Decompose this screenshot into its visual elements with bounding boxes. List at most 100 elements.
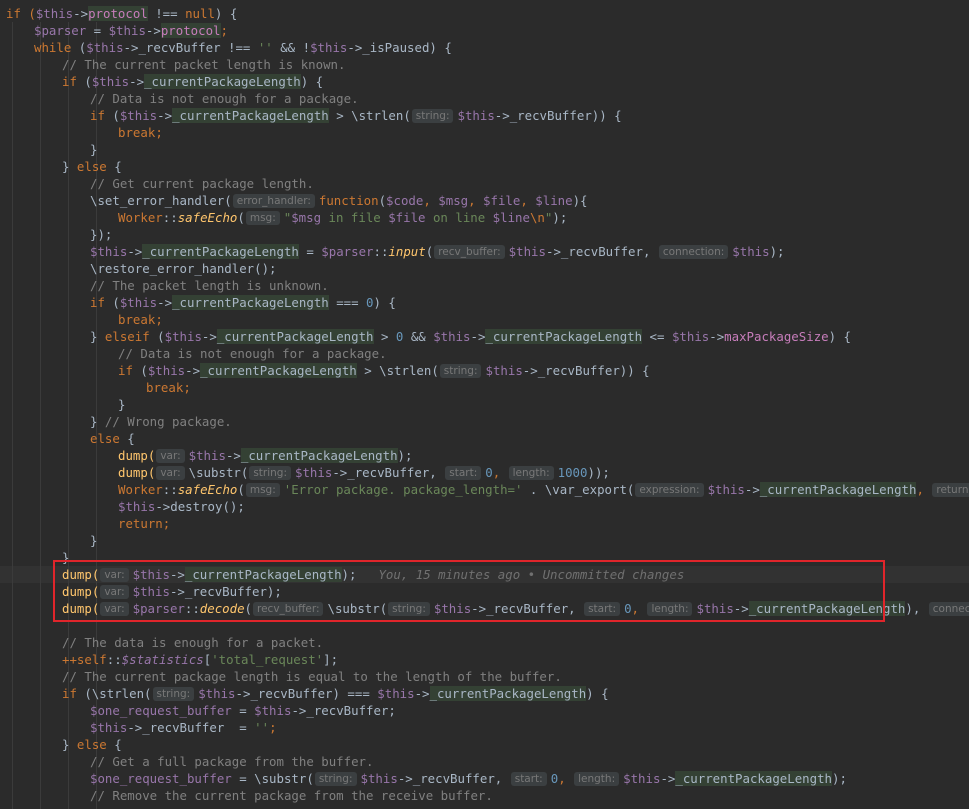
indent-guide [40,22,41,809]
code-line[interactable]: // Data is not enough for a package. [90,90,359,107]
parameter-hint: var: [156,449,185,463]
code-line[interactable]: ++self::$statistics['total_request']; [62,651,338,668]
code-token: _currentPackageLength [172,295,329,310]
code-line[interactable]: // The current package length is equal t… [62,668,562,685]
code-token: protocol [160,23,221,38]
code-token: ; [220,23,228,38]
code-line[interactable]: // The data is enough for a packet. [62,634,323,651]
code-line[interactable]: Worker::safeEcho(msg: "$msg in file $file… [118,209,567,226]
parameter-hint: var: [156,466,185,480]
code-token: _currentPackageLength [144,74,301,89]
code-token: $msg [438,193,469,208]
code-line[interactable]: $this->_currentPackageLength = $parser::… [90,243,785,260]
code-token: } [62,159,77,174]
code-token: _currentPackageLength [485,329,643,344]
code-line[interactable]: $this->_recvBuffer = ''; [90,719,277,736]
code-token: // The packet length is unknown. [90,278,329,293]
code-token: $one_request_buffer [90,703,232,718]
code-token: Worker [118,210,163,225]
code-token: :: [373,244,389,259]
code-line[interactable]: // Get a full package from the buffer. [90,753,373,770]
code-token: { [106,159,122,174]
code-line[interactable]: $one_request_buffer = $this->_recvBuffer… [90,702,396,719]
code-token: elseif [104,329,150,344]
code-token: > \strlen( [356,363,439,378]
code-line[interactable]: } [90,141,97,158]
code-line[interactable]: }); [90,226,112,243]
code-line[interactable]: if (\strlen(string: $this->_recvBuffer) =… [62,685,609,702]
code-token: -> [201,329,217,344]
code-line[interactable]: dump(var: $this->_currentPackageLength); [118,447,412,464]
code-line[interactable]: $one_request_buffer = \substr(string: $th… [90,770,847,787]
code-token: safeEcho [177,210,238,225]
code-token: } [62,737,77,752]
code-token: if [90,295,105,310]
code-token: ( [76,74,92,89]
code-line[interactable]: } elseif ($this->_currentPackageLength >… [90,328,851,345]
code-token: { [106,737,122,752]
code-line[interactable]: $parser = $this->protocol; [34,22,228,39]
code-token: ); [552,210,568,225]
code-line[interactable]: break; [146,379,191,396]
code-token: -> [157,108,173,123]
code-line[interactable]: break; [118,124,163,141]
code-line[interactable]: return; [118,515,170,532]
code-token: -> [470,329,486,344]
code-token: ->destroy(); [155,499,245,514]
code-token: , [558,771,574,786]
annotation-highlight-box [53,560,885,622]
code-line[interactable]: else { [90,430,135,447]
code-token: ( [71,40,87,55]
code-line[interactable]: // Get current package length. [90,175,314,192]
code-token: && ! [272,40,311,55]
code-token: on line [425,210,493,225]
code-line[interactable]: if ($this->_currentPackageLength > \strl… [90,107,622,124]
code-line[interactable]: Worker::safeEcho(msg: 'Error package. pac… [118,481,969,498]
code-line[interactable]: // The packet length is unknown. [90,277,329,294]
code-line[interactable]: } [90,532,97,549]
code-line[interactable]: dump(var: \substr(string: $this->_recvBuff… [118,464,610,481]
code-line[interactable]: // Remove the current package from the r… [90,787,493,804]
code-token: -> [145,23,161,38]
code-line[interactable]: if ($this->_currentPackageLength === 0) … [90,294,396,311]
code-line[interactable]: // The current packet length is known. [62,56,345,73]
code-line[interactable]: } else { [62,736,122,753]
code-token: ->_recvBuffer)) { [522,363,650,378]
code-token: // Get current package length. [90,176,314,191]
code-token: :: [106,652,122,667]
code-token: ->_recvBuffer, [332,465,445,480]
code-line[interactable]: \set_error_handler(error_handler: functio… [90,192,588,209]
code-token: '' [257,40,273,55]
code-token: Worker [118,482,163,497]
code-token: $this [90,244,128,259]
code-token: -> [225,448,241,463]
code-line[interactable]: $this->destroy(); [118,498,245,515]
code-line[interactable]: } else { [62,158,122,175]
code-token: , [423,193,439,208]
parameter-hint: string: [411,109,454,123]
code-token: $line [535,193,573,208]
parameter-hint: msg: [245,211,280,225]
code-token: > [373,329,396,344]
code-line[interactable]: } [118,396,125,413]
code-line[interactable]: if ($this->_currentPackageLength > \strl… [118,362,650,379]
parameter-hint: start: [445,466,482,480]
code-token: , [520,193,536,208]
code-line[interactable]: while ($this->_recvBuffer !== '' && !$th… [34,39,452,56]
code-line[interactable]: break; [118,311,163,328]
code-line[interactable]: if ($this->protocol !== null) { [6,5,237,22]
code-token: $this [671,329,710,344]
code-token: ) { [828,329,851,344]
code-token: $code [386,193,424,208]
code-token: ); [769,244,785,259]
code-token: _currentPackageLength [675,771,833,786]
code-line[interactable]: } // Wrong package. [90,413,232,430]
code-line[interactable]: \restore_error_handler(); [90,260,277,277]
code-token: ( [132,363,148,378]
code-line[interactable]: // Data is not enough for a package. [118,345,387,362]
code-token: ( [237,482,245,497]
code-token: if [90,108,105,123]
code-token: safeEcho [177,482,238,497]
code-editor[interactable]: if ($this->protocol !== null) {$parser =… [0,0,969,809]
code-line[interactable]: if ($this->_currentPackageLength) { [62,73,323,90]
